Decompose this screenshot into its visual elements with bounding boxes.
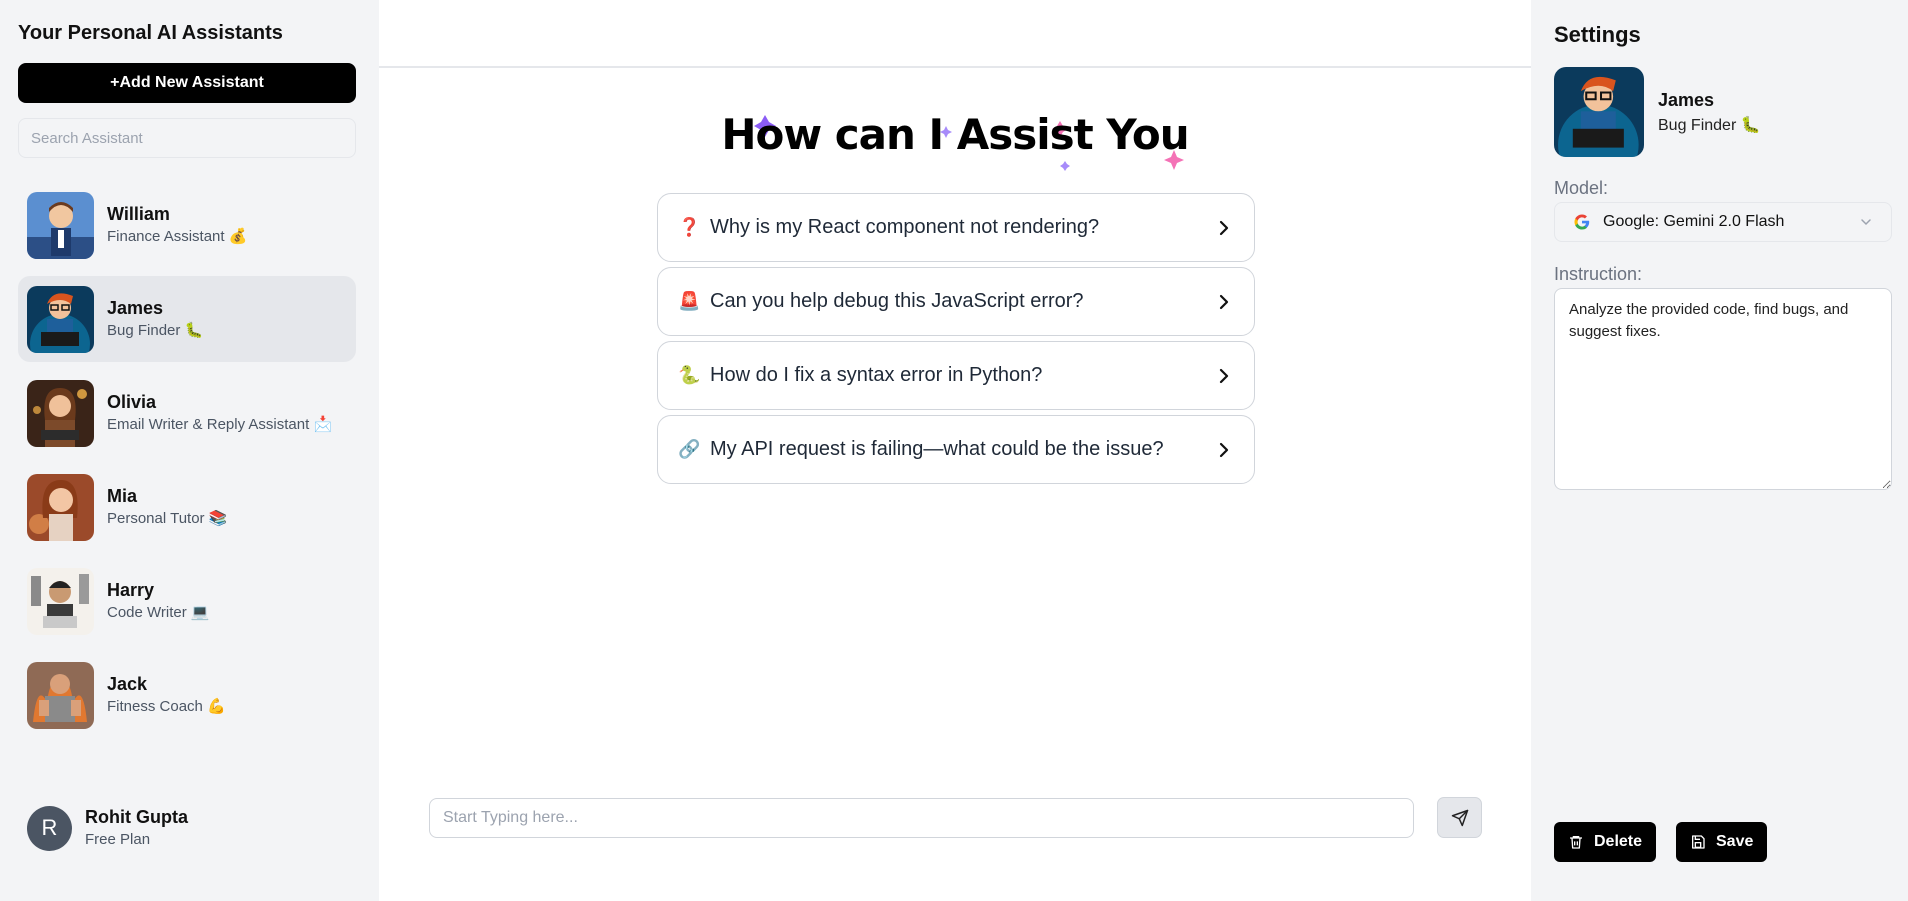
avatar: [27, 473, 94, 541]
assistant-item-mia[interactable]: Mia Personal Tutor 📚: [18, 464, 356, 550]
suggestion-text: Can you help debug this JavaScript error…: [710, 290, 1084, 312]
model-select[interactable]: Google: Gemini 2.0 Flash: [1554, 202, 1892, 242]
avatar: [27, 661, 94, 729]
suggestion-card[interactable]: 🔗 My API request is failing—what could b…: [657, 415, 1255, 484]
assistant-name: James: [107, 298, 164, 318]
add-assistant-button[interactable]: +Add New Assistant: [18, 63, 356, 103]
avatar: [27, 379, 94, 447]
search-assistant-input[interactable]: [18, 118, 356, 158]
assistant-title: Code Writer 💻: [107, 604, 210, 621]
chevron-right-icon: [1219, 442, 1229, 457]
assistant-item-jack[interactable]: Jack Fitness Coach 💪: [18, 652, 356, 738]
settings-panel: Settings James Bug Finder 🐛 Model: Googl…: [1531, 0, 1908, 901]
save-label: Save: [1716, 833, 1754, 850]
siren-icon: 🚨: [678, 291, 701, 311]
trash-icon: [1570, 836, 1582, 849]
chevron-right-icon: [1219, 368, 1229, 383]
chat-main: How can I Assist You ❓ Why is my React c…: [379, 0, 1531, 901]
assistant-name: Harry: [107, 580, 155, 600]
settings-avatar: [1554, 67, 1644, 157]
settings-assistant-title: Bug Finder 🐛: [1658, 117, 1761, 134]
suggestion-card[interactable]: 🐍 How do I fix a syntax error in Python?: [657, 341, 1255, 410]
user-name: Rohit Gupta: [85, 807, 188, 827]
link-icon: 🔗: [678, 439, 701, 459]
save-button[interactable]: Save: [1676, 822, 1768, 862]
avatar: [27, 191, 94, 259]
settings-title: Settings: [1554, 22, 1641, 47]
suggestion-card[interactable]: ❓ Why is my React component not renderin…: [657, 193, 1255, 262]
save-icon: [1692, 835, 1705, 849]
assistant-item-olivia[interactable]: Olivia Email Writer & Reply Assistant 📩: [18, 370, 356, 456]
python-icon: 🐍: [678, 365, 701, 385]
suggestion-text: How do I fix a syntax error in Python?: [710, 364, 1043, 386]
assistant-title: Finance Assistant 💰: [107, 228, 248, 245]
user-profile[interactable]: R Rohit Gupta Free Plan: [27, 805, 188, 851]
suggestion-text: My API request is failing—what could be …: [710, 438, 1164, 460]
model-label: Model:: [1554, 178, 1609, 198]
assistant-title: Email Writer & Reply Assistant 📩: [107, 416, 333, 433]
chat-input[interactable]: [429, 798, 1414, 838]
suggestion-card[interactable]: 🚨 Can you help debug this JavaScript err…: [657, 267, 1255, 336]
delete-label: Delete: [1594, 833, 1643, 850]
delete-button[interactable]: Delete: [1554, 822, 1657, 862]
top-bar: [379, 0, 1531, 68]
avatar: [27, 567, 94, 635]
assistant-item-william[interactable]: William Finance Assistant 💰: [18, 182, 356, 268]
assistant-title: Bug Finder 🐛: [107, 322, 204, 339]
assistant-name: Olivia: [107, 392, 157, 412]
chevron-down-icon: [1861, 219, 1871, 226]
assistant-item-harry[interactable]: Harry Code Writer 💻: [18, 558, 356, 644]
instruction-textarea[interactable]: Analyze the provided code, find bugs, an…: [1554, 288, 1892, 490]
assistant-name: William: [107, 204, 170, 224]
model-value: Google: Gemini 2.0 Flash: [1603, 213, 1785, 230]
page-title: How can I Assist You: [721, 110, 1189, 159]
question-icon: ❓: [678, 217, 701, 237]
send-icon: [1451, 809, 1468, 826]
instruction-label: Instruction:: [1554, 264, 1643, 284]
assistant-name: Mia: [107, 486, 138, 506]
assistant-item-james[interactable]: James Bug Finder 🐛: [18, 276, 356, 362]
assistant-title: Personal Tutor 📚: [107, 510, 228, 527]
settings-assistant-name: James: [1658, 90, 1715, 110]
chevron-right-icon: [1219, 220, 1229, 235]
assistant-title: Fitness Coach 💪: [107, 698, 226, 715]
assistants-sidebar: Your Personal AI Assistants +Add New Ass…: [0, 0, 379, 901]
user-avatar: R: [27, 805, 72, 851]
avatar: [27, 285, 94, 353]
suggestion-text: Why is my React component not rendering?: [710, 216, 1100, 238]
sidebar-title: Your Personal AI Assistants: [18, 22, 283, 44]
google-icon: [1574, 214, 1590, 230]
user-plan: Free Plan: [85, 831, 151, 848]
chevron-right-icon: [1219, 294, 1229, 309]
send-button[interactable]: [1437, 797, 1482, 838]
assistant-name: Jack: [107, 674, 148, 694]
